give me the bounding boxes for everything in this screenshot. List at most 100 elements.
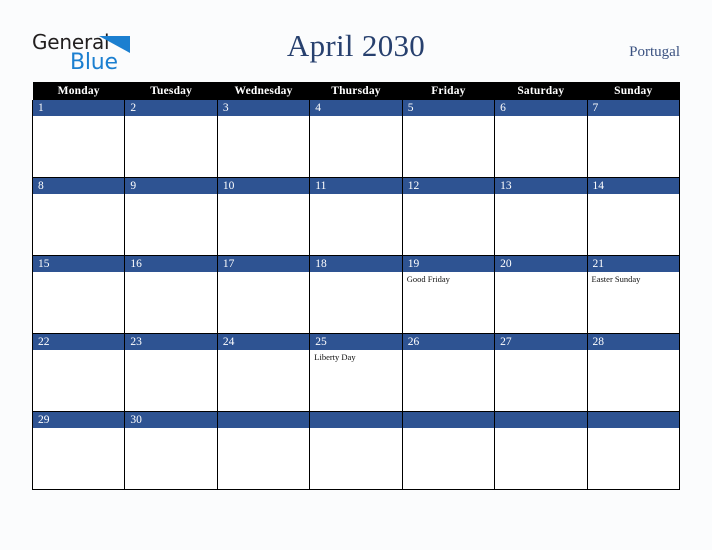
calendar-day-cell[interactable]: 12 [401,177,496,256]
page-title: April 2030 [286,28,426,63]
day-cell-inner: 28 [587,334,679,411]
day-number: 11 [310,178,402,194]
day-cell-inner: 20 [495,256,587,333]
day-events [33,428,124,430]
day-number [587,412,679,428]
day-number: 25 [310,334,402,350]
day-number: 8 [33,178,125,194]
day-number: 27 [495,334,587,350]
calendar-day-cell[interactable]: 3 [216,100,311,178]
calendar-day-cell[interactable]: 21 Easter Sunday [586,255,681,334]
calendar-day-cell[interactable]: 6 [494,100,588,178]
day-events [310,428,401,430]
day-number [310,412,402,428]
weekday-header-sunday: Sunday [587,82,680,100]
day-cell-inner: 26 [402,334,495,411]
day-number: 28 [587,334,679,350]
calendar-day-cell[interactable] [401,411,496,490]
day-number: 15 [33,256,125,272]
calendar-day-cell[interactable]: 30 [124,411,218,490]
day-cell-inner: 5 [402,100,495,177]
holiday-event: Easter Sunday [591,274,641,284]
calendar-day-cell[interactable]: 16 [124,255,218,334]
day-events [33,194,124,196]
calendar-day-cell[interactable]: 17 [216,255,311,334]
calendar-day-cell[interactable]: 14 [586,177,681,256]
calendar-week-row: 22 23 24 25 Liberty Day 26 27 28 [31,333,681,412]
calendar-day-cell[interactable]: 25 Liberty Day [309,333,403,412]
day-number: 3 [217,100,310,116]
day-number: 12 [402,178,495,194]
day-number: 7 [587,100,679,116]
day-cell-inner: 6 [495,100,587,177]
calendar-day-cell[interactable]: 8 [31,177,126,256]
weekday-header-monday: Monday [32,82,125,100]
day-number: 4 [310,100,402,116]
calendar-day-cell[interactable]: 27 [494,333,588,412]
calendar-day-cell[interactable]: 24 [216,333,311,412]
day-events [310,194,401,196]
calendar-day-cell[interactable]: 4 [309,100,403,178]
day-cell-inner: 25 Liberty Day [310,334,402,411]
calendar-day-cell[interactable]: 22 [31,333,126,412]
day-number: 20 [495,256,587,272]
day-events [403,194,494,196]
day-cell-inner: 2 [125,100,217,177]
day-cell-inner: 19 Good Friday [402,256,495,333]
day-number: 13 [495,178,587,194]
calendar-day-cell[interactable]: 23 [124,333,218,412]
calendar-day-cell[interactable] [494,411,588,490]
calendar-week-row: 8 9 10 11 12 13 14 [31,177,681,256]
calendar-day-cell[interactable]: 18 [309,255,403,334]
calendar-day-cell[interactable]: 11 [309,177,403,256]
calendar-page: General Blue April 2030 Portugal Monday … [0,0,712,550]
day-number: 23 [125,334,217,350]
day-number: 16 [125,256,217,272]
day-number: 19 [402,256,495,272]
day-number: 9 [125,178,217,194]
calendar-day-cell[interactable]: 26 [401,333,496,412]
day-events [588,428,679,430]
calendar-week-row: 1234567 [31,100,681,178]
day-number: 17 [217,256,310,272]
calendar-day-cell[interactable]: 19 Good Friday [401,255,496,334]
calendar-day-cell[interactable]: 5 [401,100,496,178]
day-cell-inner: 23 [125,334,217,411]
weekday-header-saturday: Saturday [494,82,588,100]
day-events [218,272,309,274]
day-cell-inner: 21 Easter Sunday [587,256,679,333]
day-cell-inner: 7 [587,100,679,177]
calendar-day-cell[interactable] [216,411,311,490]
day-number: 2 [125,100,217,116]
calendar-day-cell[interactable]: 9 [124,177,218,256]
day-cell-inner: 12 [402,178,495,255]
calendar-day-cell[interactable]: 2 [124,100,218,178]
calendar-day-cell[interactable]: 28 [586,333,681,412]
calendar-day-cell[interactable]: 7 [586,100,681,178]
day-number: 30 [125,412,217,428]
calendar-day-cell[interactable] [309,411,403,490]
day-cell-inner: 27 [495,334,587,411]
calendar-day-cell[interactable]: 15 [31,255,126,334]
calendar-day-cell[interactable]: 29 [31,411,126,490]
weekday-header-wednesday: Wednesday [217,82,310,100]
day-cell-inner: 13 [495,178,587,255]
day-events [403,428,494,430]
day-events [125,194,216,196]
day-events [495,350,586,352]
calendar-grid: Monday Tuesday Wednesday Thursday Friday… [31,82,681,490]
day-events [33,350,124,352]
day-events [218,350,309,352]
day-events [495,428,586,430]
calendar-day-cell[interactable]: 1 [31,100,126,178]
calendar-day-cell[interactable]: 10 [216,177,311,256]
calendar-day-cell[interactable] [586,411,681,490]
day-number: 29 [33,412,125,428]
day-events [33,116,124,118]
weekday-header-thursday: Thursday [309,82,403,100]
calendar-day-cell[interactable]: 13 [494,177,588,256]
day-number: 22 [33,334,125,350]
day-cell-inner: 15 [33,256,125,333]
calendar-day-cell[interactable]: 20 [494,255,588,334]
weekday-header-friday: Friday [402,82,495,100]
